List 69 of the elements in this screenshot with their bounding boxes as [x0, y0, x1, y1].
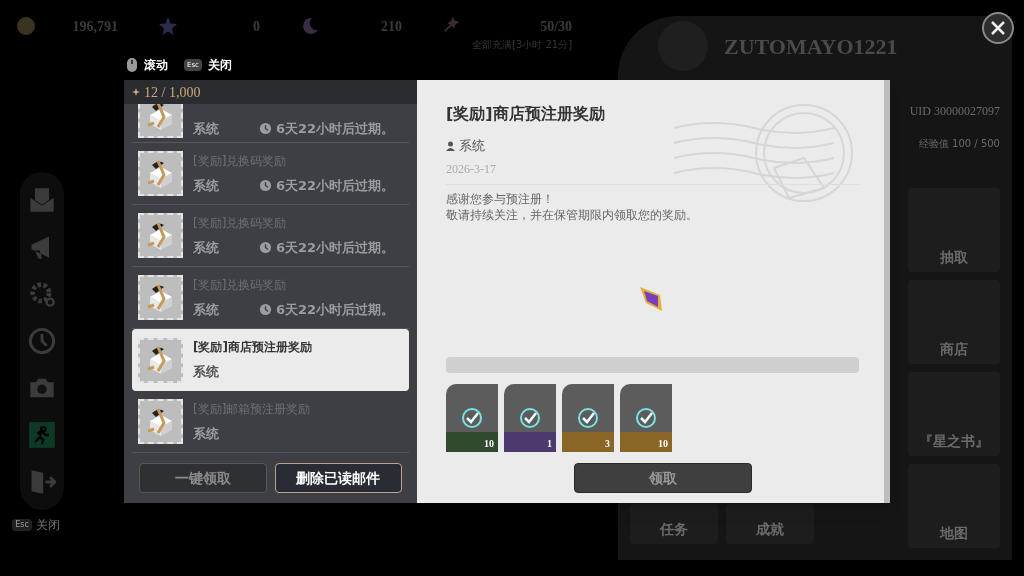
sparkle-icon: [132, 88, 140, 96]
reward-item[interactable]: 1: [504, 384, 556, 452]
person-icon: [446, 140, 455, 151]
currency-amount: 210: [380, 18, 402, 36]
reward-count: 3: [605, 437, 610, 451]
reward-item[interactable]: 10: [446, 384, 498, 452]
clock-icon: [259, 303, 272, 316]
close-button[interactable]: [982, 12, 1014, 44]
star-icon: [158, 16, 178, 36]
hint-label: 关闭: [207, 57, 232, 74]
mail-item[interactable]: [奖励]商店预注册奖励 系统: [132, 329, 409, 391]
mail-sender: 系统: [193, 119, 220, 138]
wand-icon: [442, 16, 460, 34]
gift-box-stamp-icon: [138, 213, 183, 258]
mail-body-line: 敬请持续关注，并在保管期限内领取您的奖励。: [446, 206, 699, 223]
moon-icon: [300, 16, 320, 36]
gift-box-stamp-icon: [138, 399, 183, 444]
mail-sender: 系统: [193, 363, 220, 382]
esc-key: Esc: [12, 519, 32, 531]
menu-tile[interactable]: 成就: [726, 504, 814, 544]
settings-icon[interactable]: [28, 280, 56, 308]
reward-item[interactable]: 3: [562, 384, 614, 452]
menu-tile[interactable]: 任务: [630, 504, 718, 544]
mail-detail-title: [奖励]商店预注册奖励: [446, 103, 606, 125]
expiry-text: 6天22小时后过期。: [276, 119, 395, 138]
exp-label: 经验值 100 / 500: [918, 137, 1001, 151]
close-icon: [990, 20, 1006, 36]
mail-date: 2026-3-17: [446, 160, 497, 178]
currency-amount: 196,791: [71, 18, 118, 36]
clock-icon[interactable]: [28, 327, 56, 355]
expiry-text: 6天22小时后过期。: [276, 176, 395, 195]
expiry-text: 6天22小时后过期。: [276, 300, 395, 319]
claim-button[interactable]: 领取: [573, 463, 752, 493]
close-hint[interactable]: 关闭: [35, 516, 60, 534]
reward-count: 10: [484, 437, 494, 451]
mail-title: [奖励]商店预注册奖励: [193, 339, 313, 357]
mail-sender: 系统: [193, 300, 220, 319]
currency-amount: 50/30: [539, 18, 573, 36]
clock-icon: [259, 179, 272, 192]
gift-box-stamp-icon: [138, 151, 183, 196]
reward-count: 1: [547, 437, 552, 451]
menu-tile[interactable]: 地图: [908, 464, 1000, 548]
coin-icon: [16, 16, 36, 36]
mail-sender: 系统: [193, 176, 220, 195]
claim-all-button[interactable]: 一键领取: [139, 463, 267, 493]
detail-sender: 系统: [459, 137, 485, 155]
menu-tile[interactable]: 『星之书』: [908, 372, 1000, 456]
expiry-text: 6天22小时后过期。: [276, 238, 395, 257]
reward-item[interactable]: 10: [620, 384, 672, 452]
gift-box-stamp-icon: [138, 275, 183, 320]
reward-count: 10: [658, 437, 668, 451]
mail-sender: 系统: [193, 424, 220, 443]
menu-tile[interactable]: 抽取: [908, 188, 1000, 272]
clock-icon: [259, 241, 272, 254]
mail-sender: 系统: [193, 238, 220, 257]
mail-item[interactable]: 系统 6天22小时后过期。: [132, 104, 409, 143]
mouse-icon: [126, 57, 138, 73]
clock-icon: [259, 121, 272, 135]
currency-amount: 0: [252, 18, 260, 36]
gift-box-stamp-icon: [138, 104, 183, 138]
player-uid: UID 30000027097: [909, 103, 1001, 120]
gift-box-stamp-icon: [138, 337, 183, 383]
mail-count: 12 / 1,000: [144, 83, 201, 102]
running-man-icon[interactable]: [28, 421, 56, 449]
menu-tile[interactable]: 商店: [908, 280, 1000, 364]
hint-label: 滚动: [144, 57, 168, 74]
avatar-silhouette: [658, 21, 708, 71]
delete-read-button[interactable]: 删除已读邮件: [274, 463, 402, 493]
mail-body-line: 感谢您参与预注册！: [446, 190, 555, 207]
